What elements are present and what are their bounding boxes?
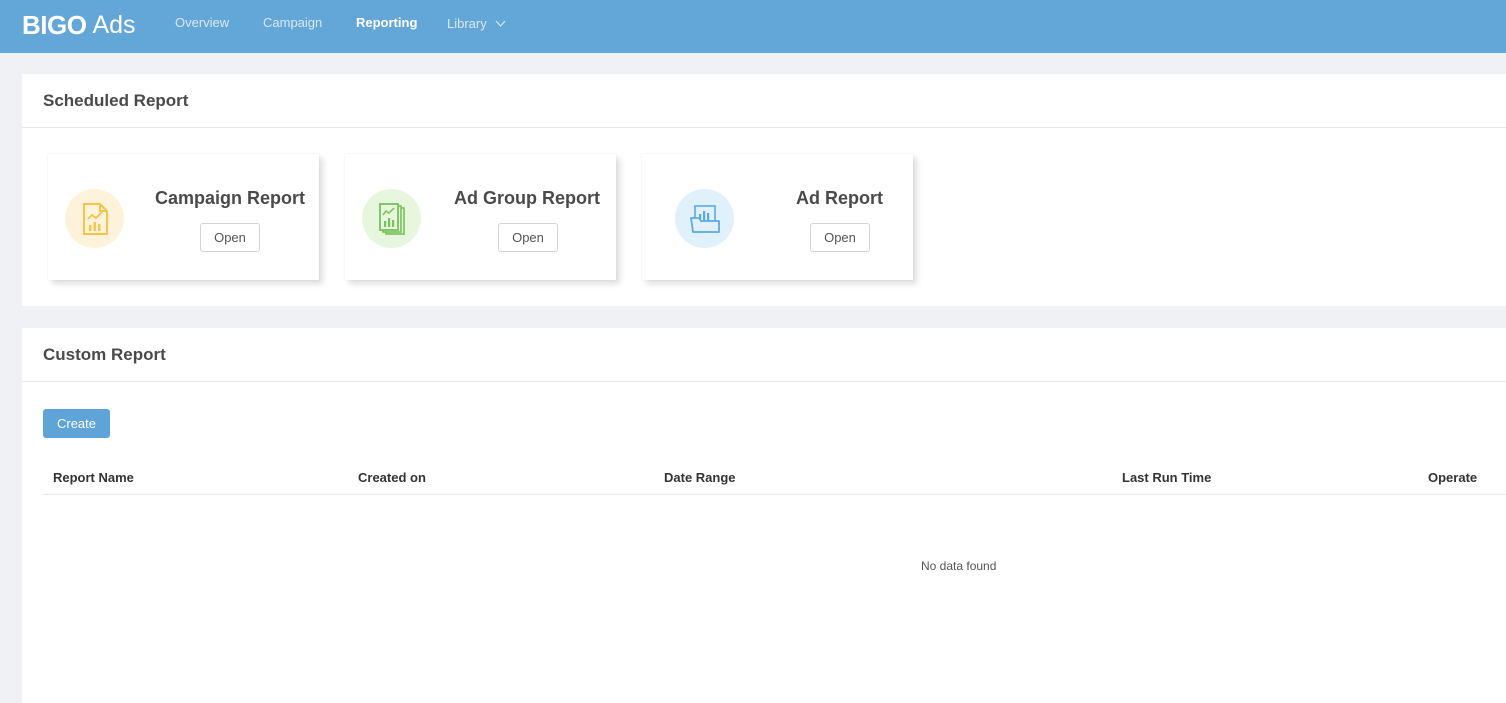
ad-group-report-icon	[362, 189, 421, 248]
campaign-report-icon	[65, 189, 124, 248]
ad-report-open-button[interactable]: Open	[810, 223, 870, 252]
ad-report-title: Ad Report	[796, 188, 883, 208]
nav-reporting[interactable]: Reporting	[356, 15, 417, 30]
ad-group-report-card: Ad Group Report Open	[345, 154, 616, 280]
nav-overview[interactable]: Overview	[175, 15, 229, 30]
custom-report-title: Custom Report	[43, 345, 166, 364]
scheduled-report-title: Scheduled Report	[43, 91, 189, 110]
ad-report-card: Ad Report Open	[642, 154, 913, 280]
nav-campaign[interactable]: Campaign	[263, 15, 322, 30]
column-header-last-run-time[interactable]: Last Run Time	[1122, 470, 1211, 485]
bigo-ads-logo[interactable]: BIGO Ads	[22, 9, 136, 41]
logo-light-text: Ads	[92, 10, 136, 39]
nav-library[interactable]: Library	[447, 15, 506, 31]
logo-bold-text: BIGO	[22, 9, 87, 40]
nav-campaign-label: Campaign	[263, 15, 323, 30]
column-header-report-name[interactable]: Report Name	[53, 470, 134, 485]
custom-report-panel: Custom Report Create Report Name Created…	[22, 328, 1506, 703]
chevron-down-icon	[495, 15, 506, 30]
nav-library-label: Library	[447, 16, 487, 31]
ad-group-report-open-button[interactable]: Open	[498, 223, 558, 252]
column-header-date-range[interactable]: Date Range	[664, 470, 736, 485]
panel-divider	[22, 381, 1506, 382]
column-header-created-on[interactable]: Created on	[358, 470, 426, 485]
panel-divider	[22, 127, 1506, 128]
ad-group-report-title: Ad Group Report	[454, 188, 600, 208]
campaign-report-open-button[interactable]: Open	[200, 223, 260, 252]
campaign-report-card: Campaign Report Open	[48, 154, 319, 280]
create-report-button[interactable]: Create	[43, 409, 110, 438]
nav-reporting-label: Reporting	[356, 15, 418, 30]
nav-overview-label: Overview	[175, 15, 230, 30]
empty-state-text: No data found	[921, 559, 997, 573]
table-header-divider	[43, 494, 1506, 495]
column-header-operate: Operate	[1428, 470, 1478, 485]
top-navigation-bar: BIGO Ads Overview Campaign Reporting Lib…	[0, 0, 1506, 53]
scheduled-report-panel: Scheduled Report Campaign Report Open Ad…	[22, 74, 1506, 306]
campaign-report-title: Campaign Report	[155, 188, 306, 208]
ad-report-icon	[675, 189, 734, 248]
